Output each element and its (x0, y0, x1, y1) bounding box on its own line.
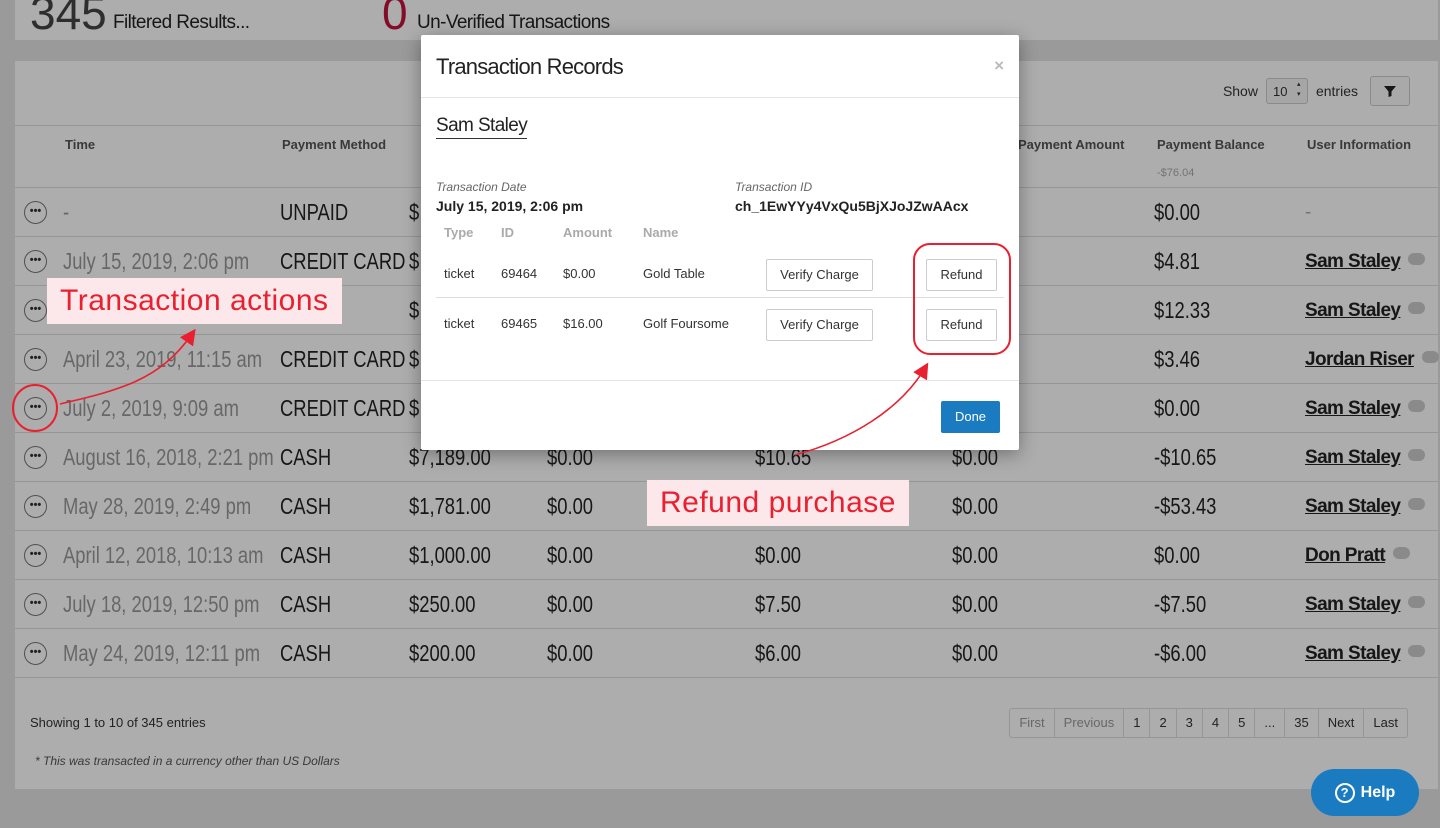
item-type: ticket (444, 316, 475, 331)
transaction-date-label: Transaction Date (436, 180, 527, 194)
transaction-id-label: Transaction ID (735, 180, 813, 194)
item-amount: $16.00 (563, 316, 603, 331)
help-button[interactable]: ? Help (1311, 769, 1419, 816)
refund-button[interactable]: Refund (926, 259, 997, 291)
customer-name-link[interactable]: Sam Staley (436, 115, 528, 139)
close-icon[interactable]: × (994, 56, 1004, 76)
help-label: Help (1360, 783, 1396, 801)
transaction-date-value: July 15, 2019, 2:06 pm (436, 198, 584, 214)
items-col-amount: Amount (563, 225, 613, 240)
modal-title: Transaction Records (436, 54, 624, 79)
item-id: 69465 (501, 316, 538, 331)
verify-charge-button[interactable]: Verify Charge (766, 259, 873, 291)
refund-purchase-callout: Refund purchase (647, 480, 909, 526)
items-col-name: Name (643, 225, 679, 240)
transaction-id-value: ch_1EwYYy4VxQu5BjXJoJZwAAcx (735, 198, 969, 214)
done-button[interactable]: Done (941, 401, 1000, 433)
item-row: ticket 69464 $0.00 Gold Table Verify Cha… (436, 249, 1004, 298)
item-type: ticket (444, 266, 475, 281)
verify-charge-button[interactable]: Verify Charge (766, 309, 873, 341)
items-col-id: ID (501, 225, 514, 240)
items-col-type: Type (444, 225, 474, 240)
modal-header: Transaction Records × (421, 35, 1019, 98)
item-id: 69464 (501, 266, 538, 281)
question-icon: ? (1334, 782, 1355, 803)
item-row: ticket 69465 $16.00 Golf Foursome Verify… (436, 299, 1004, 348)
item-amount: $0.00 (563, 266, 596, 281)
transaction-records-modal: Transaction Records × Sam Staley Transac… (421, 35, 1019, 450)
modal-footer: Done (421, 380, 1019, 450)
item-name: Golf Foursome (643, 316, 729, 331)
transaction-actions-callout: Transaction actions (47, 278, 342, 324)
item-name: Gold Table (643, 266, 705, 281)
refund-button[interactable]: Refund (926, 309, 997, 341)
